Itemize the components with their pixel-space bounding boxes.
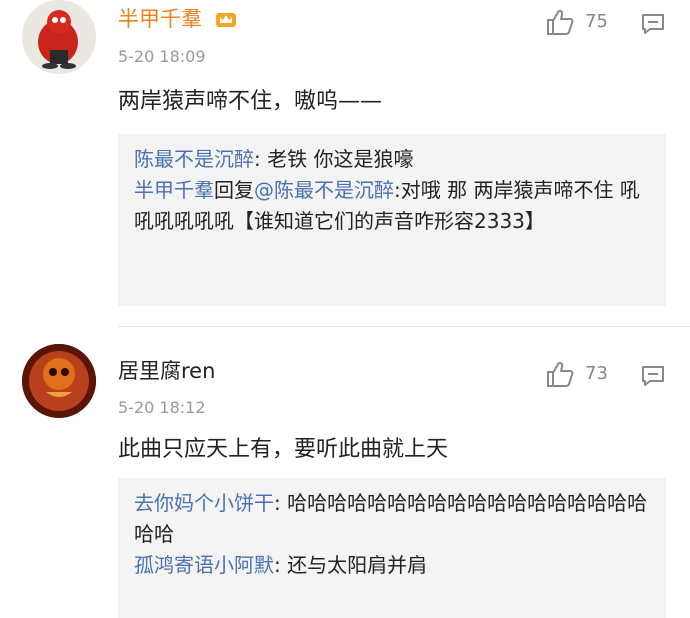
reply-mention[interactable]: @陈最不是沉醉 (254, 178, 394, 202)
reply-username[interactable]: 孤鸿寄语小阿默 (134, 553, 274, 577)
reply-mid: 回复 (214, 178, 254, 202)
reply-item: 半甲千羣回复@陈最不是沉醉:对哦 那 两岸猿声啼不住 吼吼吼吼吼吼【谁知道它们的… (134, 175, 650, 237)
avatar[interactable] (22, 344, 96, 418)
timestamp: 5-20 18:09 (118, 47, 206, 66)
comment-item: 居里腐ren 5-20 18:12 73 此曲只应天上有，要听此曲就上天 去你妈… (0, 330, 690, 618)
reply-item: 去你妈个小饼干: 哈哈哈哈哈哈哈哈哈哈哈哈哈哈哈哈哈哈哈哈 (134, 488, 650, 550)
reply-item: 孤鸿寄语小阿默: 还与太阳肩并肩 (134, 550, 650, 581)
reply-username[interactable]: 半甲千羣 (134, 178, 214, 202)
comment-item: 半甲千羣 5-20 18:09 75 两岸猿声啼不住，嗷呜—— 陈最不是沉醉: … (0, 0, 690, 327)
avatar[interactable] (22, 0, 96, 74)
like-button[interactable]: 75 (545, 8, 620, 38)
vip-crown-icon (215, 13, 236, 27)
like-count: 73 (585, 363, 608, 384)
reply-list[interactable]: 陈最不是沉醉: 老铁 你这是狼嚎 半甲千羣回复@陈最不是沉醉:对哦 那 两岸猿声… (118, 134, 666, 306)
comment-text: 两岸猿声啼不住，嗷呜—— (118, 89, 383, 114)
reply-text: 还与太阳肩并肩 (287, 553, 428, 577)
like-button[interactable]: 73 (545, 360, 620, 390)
reply-list[interactable]: 去你妈个小饼干: 哈哈哈哈哈哈哈哈哈哈哈哈哈哈哈哈哈哈哈哈 孤鸿寄语小阿默: 还… (118, 478, 666, 618)
username-text[interactable]: 半甲千羣 (118, 7, 202, 31)
reply-text: 老铁 你这是狼嚎 (267, 147, 414, 171)
like-count: 75 (585, 11, 608, 32)
comment-icon[interactable] (640, 12, 666, 36)
timestamp: 5-20 18:12 (118, 398, 206, 417)
reply-separator: : (254, 147, 268, 171)
reply-username[interactable]: 去你妈个小饼干 (134, 491, 274, 515)
reply-separator: : (274, 491, 288, 515)
thumbs-up-icon (547, 362, 574, 387)
reply-username[interactable]: 陈最不是沉醉 (134, 147, 254, 171)
username[interactable]: 半甲千羣 (118, 6, 237, 32)
comment-icon[interactable] (640, 364, 666, 388)
reply-separator: : (394, 178, 401, 202)
comment-text: 此曲只应天上有，要听此曲就上天 (118, 437, 449, 462)
divider (118, 326, 690, 327)
thumbs-up-icon (547, 10, 574, 35)
reply-item: 陈最不是沉醉: 老铁 你这是狼嚎 (134, 144, 650, 175)
reply-separator: : (274, 553, 288, 577)
username[interactable]: 居里腐ren (118, 358, 215, 384)
